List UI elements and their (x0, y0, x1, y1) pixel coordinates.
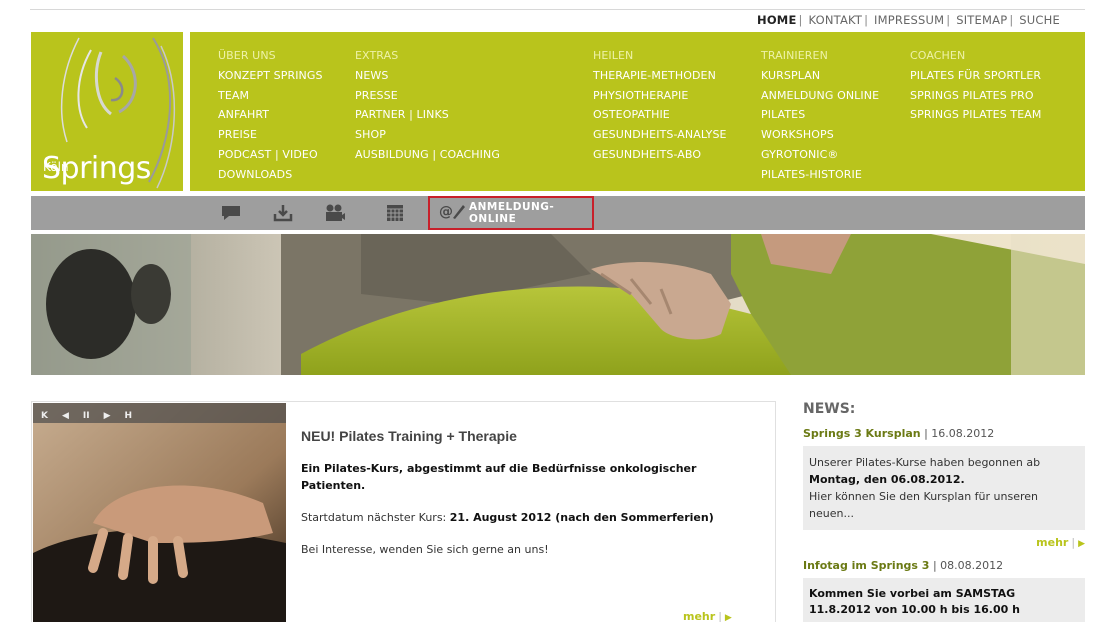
nav-item[interactable]: PILATES (761, 105, 879, 125)
feature-text: NEU! Pilates Training + Therapie Ein Pil… (301, 428, 761, 556)
news-more-link[interactable]: mehr | ▶ (803, 536, 1085, 549)
news-item-date: 16.08.2012 (931, 427, 995, 440)
feature-more-link[interactable]: mehr | ▶ (683, 610, 732, 622)
calendar-icon[interactable] (383, 203, 407, 223)
nav-column-heilen: HEILEN THERAPIE-METHODEN PHYSIOTHERAPIE … (593, 46, 727, 165)
topnav-kontakt-link[interactable]: KONTAKT (808, 13, 862, 27)
news-item-headline-link[interactable]: Springs 3 Kursplan (803, 427, 921, 440)
arrow-right-icon: ▶ (1078, 539, 1085, 549)
separator-bar: | (718, 610, 722, 622)
news-item-body: Unserer Pilates-Kurse haben begonnen ab … (803, 446, 1085, 530)
last-slide-button[interactable]: H (125, 411, 133, 421)
nav-item[interactable]: KONZEPT SPRINGS (218, 66, 323, 86)
topnav-separator: | (946, 13, 951, 27)
topnav-impressum-link[interactable]: IMPRESSUM (874, 13, 944, 27)
nav-heading[interactable]: TRAINIEREN (761, 46, 879, 66)
svg-text:@: @ (439, 204, 453, 220)
nav-heading[interactable]: COACHEN (910, 46, 1042, 66)
pause-button[interactable]: II (83, 411, 90, 421)
first-slide-button[interactable]: K (41, 411, 48, 421)
top-divider (30, 9, 1085, 10)
feature-panel: K ◀ II ▶ H NEU! Pilates Training + Thera… (31, 401, 776, 622)
nav-heading[interactable]: HEILEN (593, 46, 727, 66)
nav-item[interactable]: KURSPLAN (761, 66, 879, 86)
nav-item[interactable]: SHOP (355, 125, 500, 145)
icon-toolbar: @ ANMELDUNG-ONLINE (31, 196, 1085, 230)
more-label: mehr (1036, 536, 1069, 549)
feature-interest-text: Bei Interesse, wenden Sie sich gerne an … (301, 543, 549, 556)
topnav-separator: | (798, 13, 803, 27)
topnav-separator: | (1009, 13, 1014, 27)
nav-item[interactable]: OSTEOPATHIE (593, 105, 727, 125)
nav-column-extras: EXTRAS NEWS PRESSE PARTNER | LINKS SHOP … (355, 46, 500, 165)
news-heading: NEWS: (803, 401, 856, 417)
nav-item[interactable]: ANMELDUNG ONLINE (761, 86, 879, 106)
news-item-header: Springs 3 Kursplan | 16.08.2012 (803, 427, 995, 440)
nav-column-ueber-uns: ÜBER UNS KONZEPT SPRINGS TEAM ANFAHRT PR… (218, 46, 323, 185)
feature-image-hand: K ◀ II ▶ H (33, 403, 286, 622)
nav-item[interactable]: PILATES-HISTORIE (761, 165, 879, 185)
nav-item[interactable]: NEWS (355, 66, 500, 86)
nav-item[interactable]: SPRINGS PILATES PRO (910, 86, 1042, 106)
news-item-headline-link[interactable]: Infotag im Springs 3 (803, 559, 929, 572)
nav-column-coachen: COACHEN PILATES FÜR SPORTLER SPRINGS PIL… (910, 46, 1042, 125)
at-pen-icon: @ (439, 202, 465, 224)
nav-item[interactable]: THERAPIE-METHODEN (593, 66, 727, 86)
feature-subtitle: Ein Pilates-Kurs, abgestimmt auf die Bed… (301, 462, 697, 492)
nav-item[interactable]: PILATES FÜR SPORTLER (910, 66, 1042, 86)
nav-item[interactable]: PRESSE (355, 86, 500, 106)
next-slide-button[interactable]: ▶ (104, 411, 111, 421)
nav-item[interactable]: PHYSIOTHERAPIE (593, 86, 727, 106)
start-date-prefix: Startdatum nächster Kurs: (301, 511, 447, 524)
nav-item[interactable]: GESUNDHEITS-ANALYSE (593, 125, 727, 145)
nav-item[interactable]: ANFAHRT (218, 105, 323, 125)
news-text: Hier können Sie den Kursplan für unseren… (809, 490, 1038, 520)
nav-item[interactable]: AUSBILDUNG | COACHING (355, 145, 500, 165)
nav-item[interactable]: WORKSHOPS (761, 125, 879, 145)
video-camera-icon[interactable] (323, 203, 347, 223)
anmeldung-online-label: ANMELDUNG-ONLINE (469, 201, 555, 225)
feature-title[interactable]: NEU! Pilates Training + Therapie (301, 428, 761, 444)
download-icon[interactable] (271, 203, 295, 223)
slideshow-controls: K ◀ II ▶ H (41, 411, 132, 421)
news-sidebar: NEWS: Springs 3 Kursplan | 16.08.2012 Un… (803, 401, 1085, 622)
speech-bubble-icon[interactable] (219, 203, 243, 223)
nav-item[interactable]: DOWNLOADS (218, 165, 323, 185)
news-text: Unserer Pilates-Kurse haben begonnen ab (809, 456, 1041, 469)
nav-item[interactable]: GYROTONIC® (761, 145, 879, 165)
topnav-suche-link[interactable]: SUCHE (1019, 13, 1060, 27)
nav-item[interactable]: PODCAST | VIDEO (218, 145, 323, 165)
nav-heading[interactable]: ÜBER UNS (218, 46, 323, 66)
nav-item[interactable]: PREISE (218, 125, 323, 145)
start-date-value: 21. August 2012 (nach den Sommerferien) (449, 511, 714, 524)
top-navigation: HOME | KONTAKT | IMPRESSUM | SITEMAP | SUCHE (757, 13, 1060, 27)
separator-bar: | (1071, 536, 1076, 549)
main-navigation: ÜBER UNS KONZEPT SPRINGS TEAM ANFAHRT PR… (190, 32, 1085, 191)
logo-city-label: Köln (43, 160, 69, 174)
nav-column-trainieren: TRAINIEREN KURSPLAN ANMELDUNG ONLINE PIL… (761, 46, 879, 185)
topnav-sitemap-link[interactable]: SITEMAP (956, 13, 1007, 27)
nav-heading[interactable]: EXTRAS (355, 46, 500, 66)
nav-item[interactable]: SPRINGS PILATES TEAM (910, 105, 1042, 125)
previous-slide-button[interactable]: ◀ (62, 411, 69, 421)
news-item-body: Kommen Sie vorbei am SAMSTAG 11.8.2012 v… (803, 578, 1085, 622)
topnav-home-link[interactable]: HOME (757, 13, 797, 27)
news-text-bold: Montag, den 06.08.2012. (809, 473, 965, 486)
hero-banner-image (31, 234, 1085, 375)
nav-item[interactable]: TEAM (218, 86, 323, 106)
news-item-date: 08.08.2012 (940, 559, 1004, 572)
anmeldung-online-button[interactable]: @ ANMELDUNG-ONLINE (428, 196, 594, 230)
feature-start-date: Startdatum nächster Kurs: 21. August 201… (301, 511, 761, 524)
arrow-right-icon: ▶ (724, 613, 732, 622)
more-label: mehr (683, 610, 716, 622)
news-item-header: Infotag im Springs 3 | 08.08.2012 (803, 559, 1004, 572)
topnav-separator: | (864, 13, 869, 27)
nav-item[interactable]: PARTNER | LINKS (355, 105, 500, 125)
nav-item[interactable]: GESUNDHEITS-ABO (593, 145, 727, 165)
